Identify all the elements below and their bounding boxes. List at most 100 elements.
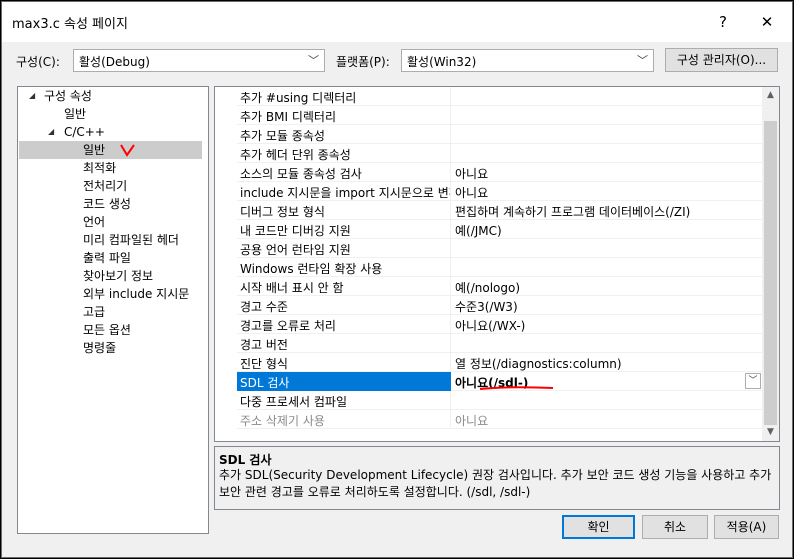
tree-item-external-includes[interactable]: 외부 include 지시문 [83,285,189,303]
column-divider [450,277,451,296]
property-name: 진단 형식 [240,357,288,371]
tree-item-output-files[interactable]: 출력 파일 [83,249,131,267]
property-name: include 지시문을 import 지시문으로 변환 [240,186,450,200]
property-row[interactable]: 추가 모듈 종속성 [237,125,763,144]
tree-item-precompiled-headers[interactable]: 미리 컴파일된 헤더 [83,231,179,249]
property-row[interactable]: 추가 #using 디렉터리 [237,87,763,106]
property-name: 추가 BMI 디렉터리 [240,110,336,124]
column-divider [450,87,451,106]
column-divider [450,391,451,410]
property-row[interactable]: 디버그 정보 형식 편집하며 계속하기 프로그램 데이터베이스(/ZI) [237,201,763,220]
property-row[interactable]: 경고 수준 수준3(/W3) [237,296,763,315]
help-button[interactable]: ? [708,10,738,34]
property-row[interactable]: 경고 버전 [237,334,763,353]
tree-item-language[interactable]: 언어 [83,213,105,231]
property-name: 경고를 오류로 처리 [240,319,336,333]
chevron-down-icon[interactable]: ﹀ [745,373,761,389]
category-tree[interactable]: ◢ 구성 속성 일반 ◢ C/C++ 일반 최적화 전처리기 코드 생성 언어 … [17,86,209,534]
scroll-up-arrow-icon[interactable]: ▲ [762,87,779,104]
property-name: 추가 #using 디렉터리 [240,91,357,105]
column-divider [450,334,451,353]
config-combo[interactable]: 활성(Debug) ﹀ [73,49,325,72]
property-row-selected[interactable]: SDL 검사 아니요(/sdl-) ﹀ [237,372,763,391]
column-divider [450,201,451,220]
column-divider [450,182,451,201]
column-divider [450,353,451,372]
property-grid[interactable]: 추가 #using 디렉터리 추가 BMI 디렉터리 추가 모듈 종속성 추가 … [214,86,780,442]
column-divider [450,106,451,125]
tree-item-cpp-general[interactable]: 일반 [19,141,202,159]
tree-item-all-options[interactable]: 모든 옵션 [83,321,131,339]
property-row[interactable]: 내 코드만 디버깅 지원 예(/JMC) [237,220,763,239]
property-name: 추가 헤더 단위 종속성 [240,148,351,162]
scroll-down-arrow-icon[interactable]: ▼ [762,424,779,441]
tree-item-label: 일반 [83,143,106,157]
property-name: 추가 모듈 종속성 [240,129,325,143]
property-row[interactable]: 시작 배너 표시 안 함 예(/nologo) [237,277,763,296]
chevron-down-icon: ﹀ [308,54,319,67]
config-value: 활성(Debug) [79,55,150,69]
platform-combo[interactable]: 활성(Win32) ﹀ [401,49,654,72]
property-value: 아니요 [455,414,489,428]
tree-item-config-properties[interactable]: 구성 속성 [44,87,92,105]
property-name: 주소 삭제기 사용 [240,414,325,428]
description-title: SDL 검사 [219,453,272,467]
property-name: Windows 런타임 확장 사용 [240,262,383,276]
property-name: 경고 수준 [240,300,288,314]
config-manager-button[interactable]: 구성 관리자(O)... [665,48,778,72]
expand-triangle-icon[interactable]: ◢ [29,87,35,105]
close-button[interactable]: ✕ [752,10,782,34]
property-row[interactable]: 다중 프로세서 컴파일 [237,391,763,410]
property-pages-window: max3.c 속성 페이지 ? ✕ 구성(C): 활성(Debug) ﹀ 플랫폼… [1,1,793,558]
property-value: 수준3(/W3) [455,300,518,314]
property-value: 편집하며 계속하기 프로그램 데이터베이스(/ZI) [455,205,691,219]
expand-triangle-icon[interactable]: ◢ [48,123,54,141]
property-name: 디버그 정보 형식 [240,205,325,219]
tree-item-preprocessor[interactable]: 전처리기 [83,177,127,195]
property-name: 내 코드만 디버깅 지원 [240,224,351,238]
column-divider [450,410,451,429]
column-divider [450,239,451,258]
platform-value: 활성(Win32) [407,55,477,69]
property-row[interactable]: 진단 형식 열 정보(/diagnostics:column) [237,353,763,372]
property-row[interactable]: 소스의 모듈 종속성 검사 아니요 [237,163,763,182]
ok-button[interactable]: 확인 [562,515,635,539]
property-value: 예(/nologo) [455,281,521,295]
tree-item-code-generation[interactable]: 코드 생성 [83,195,131,213]
window-title: max3.c 속성 페이지 [12,17,128,32]
column-divider [450,258,451,277]
property-name: 다중 프로세서 컴파일 [240,395,347,409]
apply-button[interactable]: 적용(A) [714,515,779,539]
property-name: 공용 언어 런타임 지원 [240,243,351,257]
property-row[interactable]: 주소 삭제기 사용 아니요 [237,410,763,429]
property-value: 아니요(/WX-) [455,319,526,333]
chevron-down-icon: ﹀ [637,54,648,67]
property-value: 예(/JMC) [455,224,502,238]
column-divider [450,125,451,144]
property-name: 시작 배너 표시 안 함 [240,281,344,295]
column-divider [450,296,451,315]
tree-item-command-line[interactable]: 명령줄 [83,339,116,357]
property-row[interactable]: 추가 헤더 단위 종속성 [237,144,763,163]
property-value: 아니요 [455,167,489,181]
tree-item-browse-info[interactable]: 찾아보기 정보 [83,267,153,285]
property-row[interactable]: 추가 BMI 디렉터리 [237,106,763,125]
title-bar: max3.c 속성 페이지 ? ✕ [2,2,792,42]
tree-item-optimization[interactable]: 최적화 [83,159,116,177]
vertical-scrollbar[interactable]: ▲ ▼ [762,87,779,441]
property-value: 열 정보(/diagnostics:column) [455,357,622,371]
property-row[interactable]: 공용 언어 런타임 지원 [237,239,763,258]
red-checkmark-annotation [120,144,135,157]
property-name: SDL 검사 [240,376,290,390]
tree-item-cpp[interactable]: C/C++ [64,123,105,141]
tree-item-advanced[interactable]: 고급 [83,303,105,321]
scroll-thumb[interactable] [764,121,777,425]
cancel-button[interactable]: 취소 [642,515,708,539]
description-text: 추가 SDL(Security Development Lifecycle) 권… [219,468,772,499]
tree-item-general[interactable]: 일반 [64,105,86,123]
property-row[interactable]: include 지시문을 import 지시문으로 변환 아니요 [237,182,763,201]
property-row[interactable]: 경고를 오류로 처리 아니요(/WX-) [237,315,763,334]
column-divider [450,144,451,163]
property-row[interactable]: Windows 런타임 확장 사용 [237,258,763,277]
config-label: 구성(C): [16,55,60,69]
